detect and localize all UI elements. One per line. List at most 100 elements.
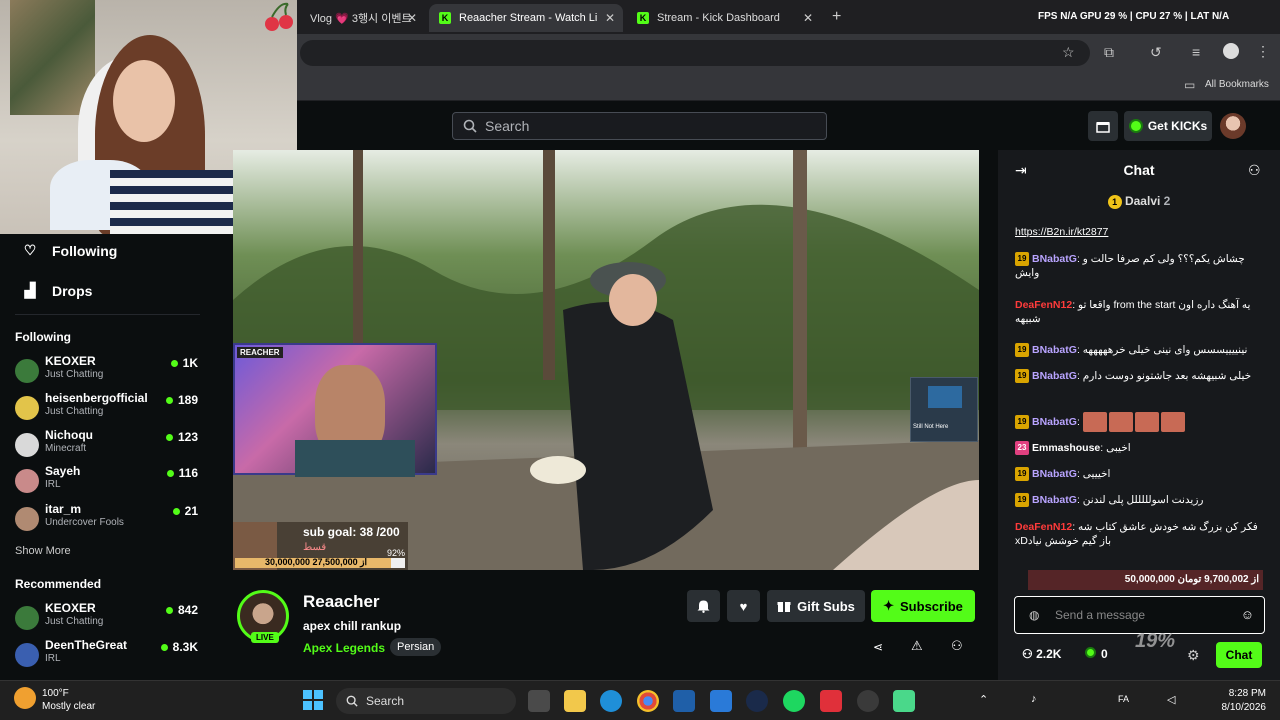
gift-subs-button[interactable]: Gift Subs bbox=[767, 590, 865, 622]
edge-icon[interactable] bbox=[600, 690, 622, 712]
channel-category: Minecraft bbox=[45, 443, 87, 454]
donation-goal-widget: sub goal: 38 /200 قسط 92% 30,000,000 از … bbox=[233, 522, 408, 570]
clock[interactable]: 8:28 PM 8/10/2026 bbox=[1222, 687, 1267, 715]
kicks-balance[interactable]: 0 bbox=[1085, 647, 1108, 661]
chat-username[interactable]: Emmashouse bbox=[1032, 442, 1100, 454]
search-input[interactable]: Search bbox=[452, 112, 827, 140]
task-view-icon[interactable] bbox=[528, 690, 550, 712]
taskbar-search[interactable]: Search bbox=[336, 688, 516, 714]
following-channel-itar-m[interactable]: itar_m Undercover Fools 21 bbox=[15, 502, 205, 536]
chat-username[interactable]: BNabatG bbox=[1032, 416, 1077, 428]
obs-icon[interactable] bbox=[857, 690, 879, 712]
heart-icon: ♥ bbox=[739, 598, 748, 614]
microphone-icon[interactable]: ♪ bbox=[1031, 693, 1037, 705]
tray-chevron-icon[interactable]: ⌃ bbox=[979, 693, 988, 706]
follow-heart-button[interactable]: ♥ bbox=[727, 590, 760, 622]
profile-avatar[interactable] bbox=[1223, 43, 1239, 59]
following-channel-heisenbergofficial[interactable]: heisenbergofficial Just Chatting 189 bbox=[15, 391, 205, 425]
viewer-count: 116 bbox=[166, 466, 198, 480]
nav-drops[interactable]: ▟ Drops bbox=[20, 282, 93, 299]
volume-icon[interactable]: ◁ bbox=[1167, 693, 1175, 706]
notification-bell-button[interactable] bbox=[687, 590, 720, 622]
chat-users-icon[interactable]: ⚇ bbox=[1248, 162, 1261, 179]
chat-username[interactable]: DeaFenN12 bbox=[1015, 299, 1072, 311]
channel-avatar bbox=[15, 359, 39, 383]
remote-desktop-icon[interactable] bbox=[710, 690, 732, 712]
windows-start-icon[interactable] bbox=[303, 690, 323, 715]
chat-text: خیلی شبیهشه بعد جاشتونو دوست دارم bbox=[1082, 370, 1252, 382]
bookmark-star-icon[interactable]: ☆ bbox=[1062, 44, 1075, 61]
chat-message: 19 BNabatG: bbox=[1015, 412, 1267, 432]
drops-chart-icon: ▟ bbox=[24, 282, 36, 298]
new-tab-icon[interactable]: + bbox=[832, 8, 841, 26]
close-tab-icon[interactable]: ✕ bbox=[803, 11, 813, 25]
get-kicks-button[interactable]: Get KICKs bbox=[1124, 111, 1212, 141]
show-more-link[interactable]: Show More bbox=[15, 545, 71, 557]
user-avatar[interactable] bbox=[1220, 113, 1246, 139]
store-icon[interactable] bbox=[673, 690, 695, 712]
weather-icon[interactable] bbox=[14, 687, 36, 709]
gift-box-button[interactable] bbox=[1088, 111, 1118, 141]
live-dot-icon bbox=[165, 434, 173, 442]
overlay-percent: 19% bbox=[1135, 630, 1176, 652]
chat-title: Chat bbox=[1123, 162, 1155, 178]
following-channel-nichoqu[interactable]: Nichoqu Minecraft 123 bbox=[15, 428, 205, 462]
chat-username[interactable]: DeaFenN12 bbox=[1015, 521, 1072, 533]
chat-username[interactable]: BNabatG bbox=[1032, 344, 1077, 356]
weather-temp: 100°F bbox=[42, 688, 69, 699]
share-icon[interactable]: ⋖ bbox=[873, 640, 883, 654]
all-bookmarks-label[interactable]: All Bookmarks bbox=[1205, 79, 1269, 90]
close-tab-icon[interactable]: ✕ bbox=[605, 11, 615, 25]
weather-widget[interactable]: 100°F Mostly clear bbox=[42, 687, 95, 713]
browser-tab-dashboard[interactable]: K Stream - Kick Dashboard ✕ bbox=[627, 4, 821, 32]
file-explorer-icon[interactable] bbox=[564, 690, 586, 712]
live-dot-icon bbox=[160, 644, 168, 652]
menu-kebab-icon[interactable]: ⋮ bbox=[1256, 43, 1270, 60]
recommended-channel-deenthegreat[interactable]: DeenTheGreat IRL 8.3K bbox=[15, 638, 205, 672]
facecam-shirt bbox=[295, 440, 415, 477]
face bbox=[113, 60, 175, 142]
browser-tab-vlog[interactable]: Vlog 💗 3행시 이벤트 ✕ bbox=[300, 4, 425, 32]
spotify-icon[interactable] bbox=[783, 690, 805, 712]
app-green-icon[interactable] bbox=[893, 690, 915, 712]
app-red-icon[interactable] bbox=[820, 690, 842, 712]
top-gifter: 1 Daalvi 2 bbox=[998, 194, 1280, 209]
channel-name[interactable]: Reaacher bbox=[303, 592, 380, 612]
chat-username[interactable]: BNabatG bbox=[1032, 494, 1077, 506]
video-player[interactable]: REACHER sub goal: 38 /200 قسط 92% 30,000… bbox=[233, 150, 979, 570]
language-indicator[interactable]: FA bbox=[1118, 694, 1129, 704]
nav-following-label: Following bbox=[52, 242, 118, 259]
following-channel-keoxer[interactable]: KEOXER Just Chatting 1K bbox=[15, 354, 205, 388]
following-channel-sayeh[interactable]: Sayeh IRL 116 bbox=[15, 464, 205, 498]
star-icon: ✦ bbox=[883, 598, 895, 613]
nav-following[interactable]: ♡ Following bbox=[20, 242, 118, 259]
subscribe-button[interactable]: ✦ Subscribe bbox=[871, 590, 975, 622]
steam-icon[interactable] bbox=[746, 690, 768, 712]
follow-user-icon[interactable]: ⚇ bbox=[951, 638, 963, 654]
stream-category-link[interactable]: Apex Legends bbox=[303, 641, 385, 655]
media-icon[interactable]: ≡ bbox=[1192, 44, 1200, 60]
close-tab-icon[interactable]: ✕ bbox=[407, 11, 417, 25]
extensions-icon[interactable]: ⧉ bbox=[1104, 44, 1114, 61]
chat-username[interactable]: BNabatG bbox=[1032, 253, 1077, 265]
chat-username[interactable]: BNabatG bbox=[1032, 468, 1077, 480]
settings-gear-icon[interactable]: ⚙ bbox=[1187, 647, 1200, 664]
url-input[interactable] bbox=[300, 40, 1090, 66]
chrome-icon[interactable] bbox=[637, 690, 659, 712]
channel-category: IRL bbox=[45, 653, 61, 664]
chat-message: 19 BNabatG: رزیدنت اسولللللل پلی لندنن bbox=[1015, 493, 1267, 508]
chat-link[interactable]: https://B2n.ir/kt2877 bbox=[1015, 226, 1108, 238]
report-warning-icon[interactable]: ⚠ bbox=[911, 638, 923, 654]
chat-message-input[interactable]: ◍ Send a message ☺ bbox=[1014, 596, 1265, 634]
stream-tag[interactable]: Persian bbox=[390, 638, 442, 656]
following-section-title: Following bbox=[15, 330, 71, 344]
chat-username[interactable]: BNabatG bbox=[1032, 370, 1077, 382]
viewer-count-value: 1K bbox=[182, 356, 198, 370]
browser-tab-reaacher[interactable]: K Reaacher Stream - Watch Li ✕ bbox=[429, 4, 623, 32]
history-icon[interactable]: ↺ bbox=[1150, 44, 1162, 61]
send-chat-button[interactable]: Chat bbox=[1216, 642, 1262, 668]
gold-medal-icon: 1 bbox=[1107, 195, 1122, 209]
chat-badge-icon[interactable]: ◍ bbox=[1029, 608, 1039, 622]
emoji-icon[interactable]: ☺ bbox=[1241, 607, 1254, 622]
recommended-channel-keoxer[interactable]: KEOXER Just Chatting 842 bbox=[15, 601, 205, 635]
